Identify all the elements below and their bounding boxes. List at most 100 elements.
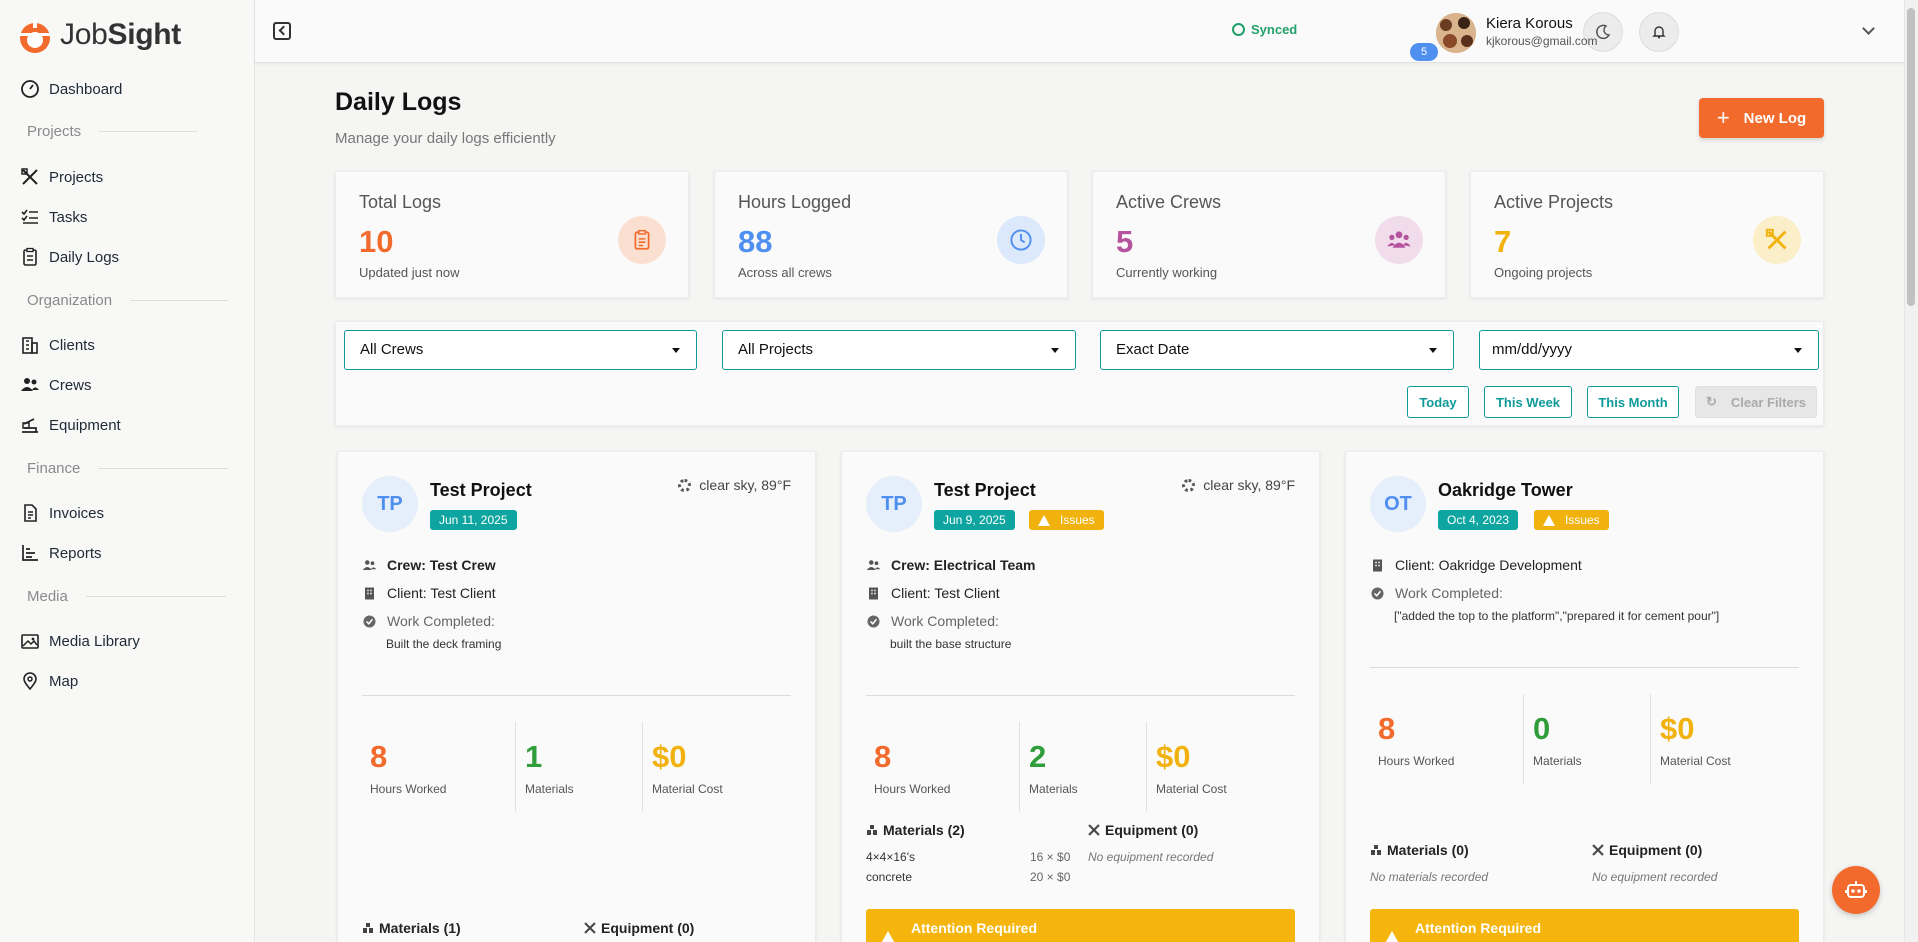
daily-log-card[interactable]: TP Test Project Jun 11, 2025 clear sky, … — [337, 451, 816, 942]
metric-label: Material Cost — [652, 782, 723, 796]
assistant-chat-button[interactable] — [1832, 866, 1880, 914]
notifications-button[interactable] — [1639, 12, 1679, 52]
this-week-button[interactable]: This Week — [1484, 386, 1572, 418]
sidebar-item-label: Crews — [49, 376, 92, 394]
today-button[interactable]: Today — [1407, 386, 1469, 418]
card-divider — [1370, 667, 1799, 668]
sidebar-item-equipment[interactable]: Equipment — [20, 412, 121, 438]
sidebar-item-map[interactable]: Map — [20, 668, 78, 694]
date-mode-select[interactable]: Exact Date — [1100, 330, 1454, 370]
users-icon — [21, 378, 39, 391]
metric-label: Material Cost — [1660, 754, 1731, 768]
attention-banner: Attention Required — [1370, 909, 1799, 942]
new-log-button[interactable]: + New Log — [1699, 98, 1824, 138]
equipment-heading: Equipment (0) — [584, 920, 694, 936]
equipment-heading-text: Equipment (0) — [1609, 842, 1703, 858]
date-badge: Jun 9, 2025 — [934, 510, 1015, 530]
sidebar-item-invoices[interactable]: Invoices — [20, 500, 104, 526]
filters-panel: All Crews All Projects Exact Date mm/dd/… — [335, 321, 1824, 426]
work-completed-row: Work Completed: — [866, 613, 999, 629]
page-scrollbar[interactable] — [1904, 0, 1918, 942]
boxes-icon — [1371, 845, 1381, 855]
sidebar-item-tasks[interactable]: Tasks — [20, 204, 87, 230]
crew-filter-select[interactable]: All Crews — [344, 330, 697, 370]
crew-row: Crew: Test Crew — [362, 557, 496, 573]
stat-sub: Across all crews — [738, 265, 832, 280]
building-icon — [1373, 559, 1382, 571]
metric-value: $0 — [652, 739, 687, 774]
equipment-icon — [22, 418, 38, 433]
clear-filters-label: Clear Filters — [1730, 394, 1807, 410]
weather-text: clear sky, 89°F — [699, 477, 791, 493]
client-row: Client: Test Client — [866, 585, 1000, 601]
metric-label: Materials — [1533, 754, 1582, 768]
check-circle-icon — [1232, 23, 1245, 36]
tools-icon — [584, 922, 596, 934]
weather-text: clear sky, 89°F — [1203, 477, 1295, 493]
metric-value: 1 — [525, 739, 543, 774]
section-label: Projects — [27, 123, 82, 140]
sidebar-item-label: Projects — [49, 168, 104, 186]
issues-label: Issues — [1565, 513, 1600, 527]
check-circle-icon — [1371, 587, 1384, 599]
stat-sub: Currently working — [1116, 265, 1218, 280]
work-description: built the base structure — [890, 637, 1012, 651]
warning-icon — [1038, 514, 1050, 526]
scrollbar-thumb[interactable] — [1907, 8, 1915, 306]
sidebar-item-label: Map — [49, 672, 79, 690]
tools-icon — [1088, 824, 1100, 836]
collapse-sidebar-icon[interactable] — [273, 22, 291, 40]
work-description: ["added the top to the platform","prepar… — [1394, 609, 1720, 623]
sidebar: JobSight Dashboard Projects Projects Tas… — [0, 0, 255, 942]
warning-icon — [1382, 931, 1402, 942]
metric-label: Hours Worked — [874, 782, 951, 796]
project-initials-avatar: OT — [1370, 476, 1426, 532]
project-filter-select[interactable]: All Projects — [722, 330, 1076, 370]
materials-metric: 2 Materials — [1029, 739, 1078, 796]
stat-value: 5 — [1116, 224, 1134, 259]
page-title: Daily Logs — [335, 88, 462, 116]
sun-icon — [678, 478, 692, 492]
stat-value: 7 — [1494, 224, 1512, 259]
daily-log-card[interactable]: OT Oakridge Tower Oct 4, 2023 Issues Cli… — [1345, 451, 1824, 942]
card-title: Test Project — [430, 480, 532, 500]
clear-filters-button[interactable]: ↻ Clear Filters — [1695, 386, 1817, 418]
sidebar-item-reports[interactable]: Reports — [20, 540, 102, 566]
sidebar-item-daily-logs[interactable]: Daily Logs — [20, 244, 119, 270]
stat-card-hours-logged: Hours Logged 88 Across all crews — [714, 171, 1068, 298]
card-title: Test Project — [934, 480, 1036, 500]
map-pin-icon — [23, 672, 37, 691]
card-divider — [362, 695, 791, 696]
metric-divider — [1523, 694, 1524, 784]
app-logo[interactable]: JobSight — [14, 14, 181, 56]
sidebar-item-label: Clients — [49, 336, 95, 354]
sidebar-item-crews[interactable]: Crews — [20, 372, 92, 398]
metric-label: Hours Worked — [370, 782, 447, 796]
sidebar-item-label: Daily Logs — [49, 248, 120, 266]
daily-log-card[interactable]: TP Test Project Jun 9, 2025 Issues clear… — [841, 451, 1320, 942]
metric-value: 8 — [370, 739, 388, 774]
stat-label: Active Projects — [1494, 192, 1614, 212]
sidebar-item-media-library[interactable]: Media Library — [20, 628, 140, 654]
sidebar-item-dashboard[interactable]: Dashboard — [20, 76, 122, 102]
section-divider — [85, 596, 226, 597]
sidebar-item-label: Reports — [49, 544, 102, 562]
issues-badge: Issues — [1534, 510, 1609, 530]
users-icon — [866, 559, 881, 570]
sidebar-item-clients[interactable]: Clients — [20, 332, 95, 358]
metric-value: 8 — [874, 739, 892, 774]
sidebar-item-projects[interactable]: Projects — [20, 164, 103, 190]
client-text: Client: Test Client — [891, 585, 1000, 601]
metric-value: $0 — [1156, 739, 1191, 774]
metric-value: 0 — [1533, 711, 1551, 746]
date-input[interactable]: mm/dd/yyyy — [1479, 330, 1819, 370]
sidebar-item-label: Equipment — [49, 416, 121, 434]
check-circle-icon — [363, 615, 376, 627]
work-description: Built the deck framing — [386, 637, 502, 651]
avatar[interactable] — [1436, 13, 1476, 53]
invoice-icon — [24, 504, 37, 522]
material-cost-metric: $0 Material Cost — [1660, 711, 1731, 768]
attention-title: Attention Required — [1415, 920, 1541, 936]
stat-value: 10 — [359, 224, 394, 259]
this-month-button[interactable]: This Month — [1587, 386, 1679, 418]
